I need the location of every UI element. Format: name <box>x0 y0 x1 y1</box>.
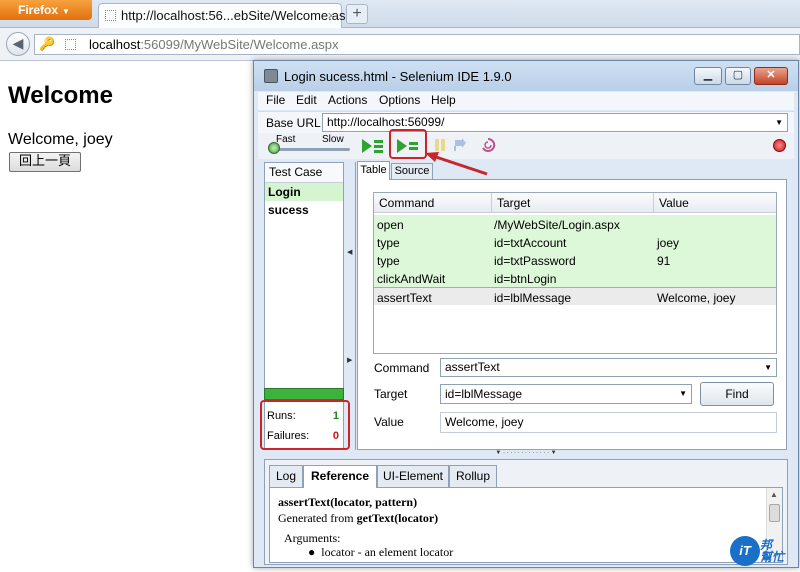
chevron-down-icon[interactable]: ▼ <box>775 114 783 131</box>
table-row[interactable]: type id=txtAccount joey <box>374 233 776 251</box>
url-path: :56099/MyWebSite/Welcome.aspx <box>140 37 339 52</box>
find-button[interactable]: Find <box>700 382 774 406</box>
back-page-button[interactable]: 回上一頁 <box>9 152 81 172</box>
page-favicon-icon <box>105 10 116 21</box>
command-value: assertText <box>445 360 500 374</box>
minimize-button[interactable]: ▁ <box>694 67 722 85</box>
chevron-down-icon[interactable]: ▼ <box>679 385 687 403</box>
scroll-up-icon[interactable]: ▲ <box>770 490 778 499</box>
menu-file[interactable]: File <box>266 93 285 107</box>
play-suite-icon[interactable] <box>361 137 385 155</box>
browser-tab-title: http://localhost:56...ebSite/Welcome.asp… <box>121 8 360 23</box>
browser-tab[interactable]: http://localhost:56...ebSite/Welcome.asp… <box>98 3 359 28</box>
target-label: Target <box>374 387 408 401</box>
reference-signature: assertText(locator, pattern) <box>278 495 418 509</box>
tab-rollup[interactable]: Rollup <box>449 465 497 487</box>
tab-reference[interactable]: Reference <box>303 465 377 488</box>
close-window-button[interactable]: ✕ <box>754 67 788 85</box>
speed-slider-track[interactable] <box>270 148 350 151</box>
table-row-selected[interactable]: assertText id=lblMessage Welcome, joey <box>374 287 776 305</box>
table-row[interactable]: type id=txtPassword 91 <box>374 251 776 269</box>
chevron-down-icon[interactable]: ▼ <box>764 359 772 376</box>
site-watermark-logo: iT 邦幫忙 <box>730 536 796 566</box>
selenium-ide-window: Login sucess.html - Selenium IDE 1.9.0 ▁… <box>253 60 799 568</box>
panel-divider <box>355 162 356 450</box>
value-value: Welcome, joey <box>445 415 524 429</box>
base-url-label: Base URL <box>266 116 321 130</box>
reference-generated: Generated from getText(locator) <box>278 511 439 525</box>
test-case-header: Test Case <box>265 163 343 183</box>
test-case-item[interactable]: Login sucess <box>265 183 343 217</box>
menu-help[interactable]: Help <box>431 93 456 107</box>
target-value: id=lblMessage <box>445 387 523 401</box>
ide-menubar: File Edit Actions Options Help <box>258 92 794 110</box>
page-heading: Welcome <box>8 82 113 109</box>
vertical-splitter[interactable]: ◀ ▶ <box>347 162 353 450</box>
base-url-row: Base URL http://localhost:56099/ ▼ <box>258 111 794 133</box>
new-tab-button[interactable]: + <box>346 4 368 24</box>
reference-content: assertText(locator, pattern) Generated f… <box>269 487 783 563</box>
ide-toolbar: Fast Slow <box>258 129 794 159</box>
navigation-bar: ◀ 🔑 localhost:56099/MyWebSite/Welcome.as… <box>0 28 800 61</box>
back-button[interactable]: ◀ <box>6 32 30 56</box>
key-icon: 🔑 <box>39 36 56 51</box>
firefox-menu-button[interactable]: Firefox ▼ <box>0 0 92 20</box>
stats-highlight <box>260 400 350 450</box>
command-input[interactable]: assertText ▼ <box>440 358 777 377</box>
menu-options[interactable]: Options <box>379 93 420 107</box>
firefox-tabstrip: Firefox ▼ http://localhost:56...ebSite/We… <box>0 0 800 28</box>
column-command[interactable]: Command <box>379 196 434 210</box>
command-table-header: Command Target Value <box>374 193 776 213</box>
watermark-text: 邦幫忙 <box>760 538 785 564</box>
command-table: Command Target Value open /MyWebSite/Log… <box>373 192 777 354</box>
command-label: Command <box>374 361 430 375</box>
maximize-button[interactable]: ▢ <box>725 67 751 85</box>
site-identity-icon[interactable] <box>65 39 76 50</box>
record-icon[interactable] <box>773 139 786 152</box>
scroll-thumb[interactable] <box>769 504 780 522</box>
reference-arguments-label: Arguments: <box>284 531 341 545</box>
bottom-pane: Log Reference UI-Element Rollup assertTe… <box>264 459 788 565</box>
ide-titlebar[interactable]: Login sucess.html - Selenium IDE 1.9.0 ▁… <box>254 61 798 91</box>
ide-window-title: Login sucess.html - Selenium IDE 1.9.0 <box>284 69 512 84</box>
value-input[interactable]: Welcome, joey <box>440 412 777 433</box>
value-label: Value <box>374 415 404 429</box>
tab-ui-element[interactable]: UI-Element <box>377 465 449 487</box>
watermark-logo: iT <box>730 536 760 566</box>
tab-table[interactable]: Table <box>357 161 390 180</box>
url-host: localhost <box>89 37 141 52</box>
test-editor-pane: Command Target Value open /MyWebSite/Log… <box>357 179 787 450</box>
target-input[interactable]: id=lblMessage ▼ <box>440 384 692 404</box>
speed-slider-thumb[interactable] <box>268 142 280 154</box>
tab-source[interactable]: Source <box>391 163 433 180</box>
close-tab-icon[interactable]: × <box>327 4 335 27</box>
speed-fast-label: Fast <box>276 134 296 145</box>
menu-actions[interactable]: Actions <box>328 93 367 107</box>
table-row[interactable]: open /MyWebSite/Login.aspx <box>374 215 776 233</box>
column-target[interactable]: Target <box>497 196 530 210</box>
reference-argument-item: ● locator - an element locator <box>308 545 454 559</box>
url-bar[interactable]: 🔑 localhost:56099/MyWebSite/Welcome.aspx <box>34 34 800 55</box>
speed-slow-label: Slow <box>322 134 344 145</box>
menu-edit[interactable]: Edit <box>296 93 317 107</box>
horizontal-splitter[interactable]: ▼ · · · · · · · · · · · · · ▼ <box>258 450 794 456</box>
tab-log[interactable]: Log <box>269 465 303 487</box>
column-value[interactable]: Value <box>659 196 689 210</box>
welcome-message: Welcome, joey <box>8 131 113 148</box>
run-progress-bar <box>264 388 344 400</box>
table-row[interactable]: clickAndWait id=btnLogin <box>374 269 776 287</box>
selenium-app-icon <box>264 69 278 83</box>
base-url-value: http://localhost:56099/ <box>327 115 445 129</box>
